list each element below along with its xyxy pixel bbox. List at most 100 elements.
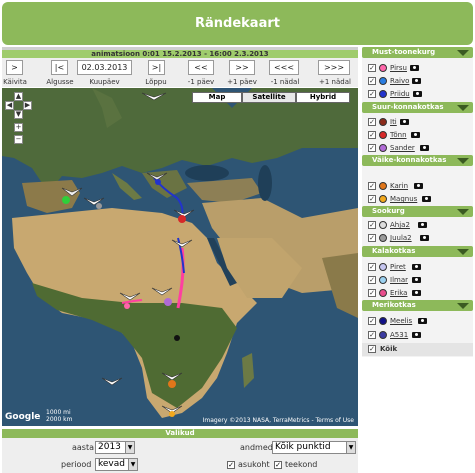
bird-checkbox[interactable]: ✓ (368, 195, 376, 203)
bird-name[interactable]: Magnus (390, 195, 417, 203)
camera-icon[interactable] (412, 277, 421, 283)
map-type-hybrid[interactable]: Hybrid (296, 92, 350, 103)
collapse-icon[interactable] (457, 158, 469, 164)
bird-checkbox[interactable]: ✓ (368, 317, 376, 325)
scale-miles: 1000 mi (46, 409, 71, 416)
camera-icon[interactable] (412, 264, 421, 270)
next-week-button[interactable]: >>> (318, 60, 350, 75)
bird-checkbox[interactable]: ✓ (368, 221, 376, 229)
bird-item[interactable]: ✓ Piret (362, 261, 473, 274)
bird-item[interactable]: ✓ Meelis (362, 315, 473, 328)
group-header[interactable]: Merikotkas (362, 300, 473, 311)
bird-checkbox[interactable]: ✓ (368, 77, 376, 85)
zoom-in-icon[interactable]: + (14, 123, 23, 132)
location-checkbox[interactable]: ✓ (227, 461, 235, 469)
pan-left-icon[interactable]: ◀ (5, 101, 14, 110)
camera-icon[interactable] (400, 119, 409, 125)
bird-name[interactable]: Ahja2 (390, 221, 410, 229)
bird-name[interactable]: Erika (390, 289, 407, 297)
go-end-button[interactable]: >| (148, 60, 165, 75)
bird-item[interactable]: ✓ Iti (362, 116, 473, 129)
bird-checkbox[interactable]: ✓ (368, 131, 376, 139)
camera-icon[interactable] (420, 235, 429, 241)
camera-icon[interactable] (422, 196, 431, 202)
bird-name[interactable]: Juula2 (390, 234, 412, 242)
bird-name[interactable]: Meelis (390, 317, 412, 325)
prev-day-button[interactable]: << (188, 60, 214, 75)
bird-name[interactable]: Sander (390, 144, 415, 152)
bird-checkbox[interactable]: ✓ (368, 331, 376, 339)
bird-name[interactable]: A531 (390, 331, 408, 339)
zoom-out-icon[interactable]: − (14, 135, 23, 144)
collapse-icon[interactable] (457, 50, 469, 56)
bird-checkbox[interactable]: ✓ (368, 182, 376, 190)
bird-name[interactable]: Raivo (390, 77, 409, 85)
bird-checkbox[interactable]: ✓ (368, 289, 376, 297)
bird-item[interactable]: ✓ Tõnn (362, 129, 473, 142)
bird-item[interactable]: ✓ Raivo (362, 75, 473, 88)
collapse-icon[interactable] (457, 249, 469, 255)
group-header[interactable]: Väike-konnakotkas (362, 155, 473, 166)
migration-map[interactable]: Map Satellite Hybrid ▲ ◀ ▶ ▼ + − Google … (2, 88, 358, 426)
bird-item[interactable]: ✓ Priidu (362, 88, 473, 101)
bird-name[interactable]: Karin (390, 182, 408, 190)
map-type-satellite[interactable]: Satellite (242, 92, 296, 103)
species-sidebar: Must-toonekurg ✓ Pirsu ✓ Raivo ✓ Priidu … (362, 47, 473, 357)
bird-name[interactable]: Pirsu (390, 64, 407, 72)
camera-icon[interactable] (410, 65, 419, 71)
collapse-icon[interactable] (457, 105, 469, 111)
camera-icon[interactable] (412, 332, 421, 338)
bird-item[interactable]: ✓ A531 (362, 329, 473, 342)
bird-name[interactable]: Priidu (390, 90, 410, 98)
select-all-checkbox[interactable]: ✓ (368, 345, 376, 353)
bird-item[interactable]: ✓ Ahja2 (362, 219, 473, 232)
camera-icon[interactable] (412, 78, 421, 84)
camera-icon[interactable] (411, 132, 420, 138)
camera-icon[interactable] (413, 91, 422, 97)
collapse-icon[interactable] (457, 209, 469, 215)
camera-icon[interactable] (414, 183, 423, 189)
period-select[interactable]: kevad ▼ (95, 458, 138, 471)
bird-checkbox[interactable]: ✓ (368, 64, 376, 72)
bird-checkbox[interactable]: ✓ (368, 263, 376, 271)
bird-checkbox[interactable]: ✓ (368, 144, 376, 152)
bird-item[interactable]: ✓ Ilmar (362, 274, 473, 287)
camera-icon[interactable] (412, 290, 421, 296)
camera-icon[interactable] (418, 222, 427, 228)
group-header[interactable]: Suur-konnakotkas (362, 102, 473, 113)
bird-item[interactable]: ✓ Magnus (362, 193, 473, 206)
play-button[interactable]: > (6, 60, 23, 75)
prev-week-label: -1 nädal (270, 78, 300, 86)
year-select[interactable]: 2013 ▼ (95, 441, 135, 454)
bird-checkbox[interactable]: ✓ (368, 90, 376, 98)
bird-item[interactable]: ✓ Karin (362, 180, 473, 193)
pan-right-icon[interactable]: ▶ (23, 101, 32, 110)
bird-item[interactable]: ✓ Pirsu (362, 62, 473, 75)
group-header[interactable]: Must-toonekurg (362, 47, 473, 58)
bird-item[interactable]: ✓ Erika (362, 287, 473, 300)
pan-down-icon[interactable]: ▼ (14, 110, 23, 119)
bird-checkbox[interactable]: ✓ (368, 276, 376, 284)
bird-name[interactable]: Tõnn (390, 131, 407, 139)
select-all-row[interactable]: ✓ Kõik (362, 343, 473, 356)
camera-icon[interactable] (418, 318, 427, 324)
pan-up-icon[interactable]: ▲ (14, 92, 23, 101)
group-header[interactable]: Sookurg (362, 206, 473, 217)
bird-name[interactable]: Iti (390, 118, 397, 126)
data-select[interactable]: Kõik punktid ▼ (272, 441, 356, 454)
bird-item[interactable]: ✓ Juula2 (362, 232, 473, 245)
route-checkbox[interactable]: ✓ (274, 461, 282, 469)
collapse-icon[interactable] (457, 303, 469, 309)
date-input[interactable]: 02.03.2013 (77, 60, 132, 75)
bird-checkbox[interactable]: ✓ (368, 234, 376, 242)
bird-name[interactable]: Piret (390, 263, 406, 271)
bird-checkbox[interactable]: ✓ (368, 118, 376, 126)
go-start-button[interactable]: |< (51, 60, 68, 75)
group-header[interactable]: Kalakotkas (362, 246, 473, 257)
bird-name[interactable]: Ilmar (390, 276, 408, 284)
prev-week-button[interactable]: <<< (269, 60, 299, 75)
map-type-map[interactable]: Map (192, 92, 242, 103)
bird-item[interactable]: ✓ Sander (362, 142, 473, 155)
next-day-button[interactable]: >> (229, 60, 255, 75)
camera-icon[interactable] (420, 145, 429, 151)
